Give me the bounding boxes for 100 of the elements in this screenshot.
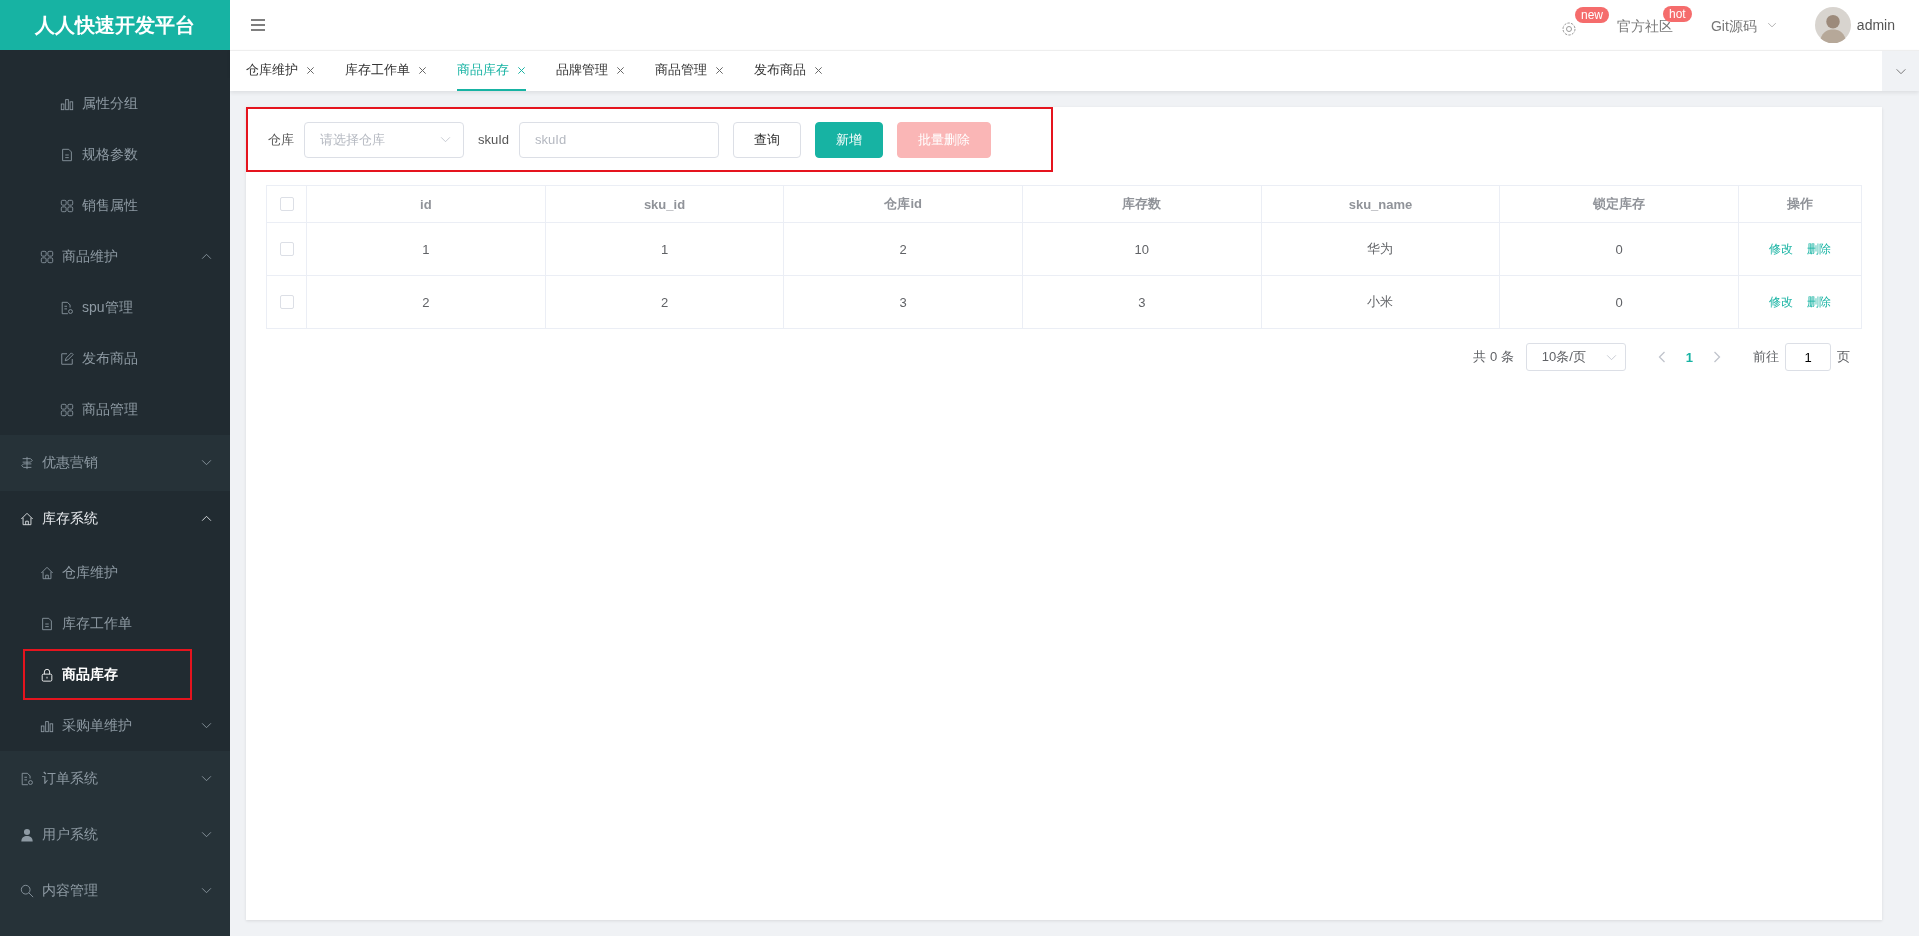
chevron-down-icon [1894,67,1907,75]
close-icon[interactable] [616,65,625,75]
page-number[interactable]: 1 [1685,349,1693,365]
close-icon[interactable] [418,65,427,75]
row-action-link[interactable]: 修改 [1769,293,1793,311]
menu-label: 库存工作单 [62,614,132,633]
checkbox[interactable] [279,242,294,256]
table-cell: 1 [545,223,785,275]
column-header: sku_name [1261,186,1501,222]
lock-icon [40,667,54,682]
home-icon [20,512,34,526]
row-action-link[interactable]: 修改 [1769,240,1793,258]
home-icon [40,565,54,580]
menu-label: 属性分组 [82,94,138,113]
nav-link[interactable]: Git源码 [1710,18,1757,36]
previous-page-icon[interactable] [1657,351,1666,363]
menu-item[interactable]: 属性分组 [0,78,230,129]
menu-item[interactable]: 内容管理 [0,863,230,919]
table-cell: 华为 [1261,223,1501,275]
next-page-icon[interactable] [1713,351,1721,363]
checkbox[interactable] [279,197,294,211]
table-cell: 0 [1500,276,1739,328]
tab[interactable]: 商品管理 [655,51,724,91]
menu-label: 内容管理 [42,882,98,900]
table-cell: 3 [1023,276,1262,328]
column-header: 操作 [1786,195,1814,213]
menu-label: 规格参数 [82,145,138,164]
menu-item[interactable]: spu管理 [0,282,230,333]
menu-item[interactable]: 库存系统 [0,491,230,547]
checkbox[interactable] [279,295,294,309]
table-cell: 1 [307,223,546,275]
new-badge: new [1574,7,1609,23]
table-cell: 3 [784,276,1023,328]
menu-label: 采购单维护 [62,716,132,735]
grid-icon [40,249,54,264]
menu-icon[interactable] [250,18,266,32]
close-icon[interactable] [715,65,724,75]
field-label: skuId [478,132,510,147]
column-header: 锁定库存 [1500,186,1739,222]
action-button[interactable]: 查询 [733,121,802,158]
user-icon [20,828,34,842]
menu-label: 优惠营销 [42,454,98,472]
menu-item[interactable]: 商品管理 [0,384,230,435]
grid-icon [60,402,74,417]
menu-label: spu管理 [82,298,133,317]
bar-chart-icon [60,96,74,111]
row-action-link[interactable]: 删除 [1807,240,1831,258]
sku-input[interactable]: skuId [519,121,720,158]
signpost-icon [20,456,34,470]
column-header: 仓库id [784,186,1023,222]
column-header: 库存数 [1023,186,1262,222]
username[interactable]: admin [1856,17,1895,33]
table-cell: 10 [1023,223,1262,275]
menu-label: 仓库维护 [62,563,118,582]
tab[interactable]: 仓库维护 [246,51,315,91]
column-header: sku_id [545,186,785,222]
table-cell: 2 [307,276,546,328]
menu-item[interactable]: 订单系统 [0,751,230,807]
table-cell: 0 [1500,223,1739,275]
menu-item[interactable]: 用户系统 [0,807,230,863]
menu-label: 用户系统 [42,826,98,844]
menu-label: 商品库存 [62,665,118,684]
page-size-select[interactable]: 10条/页 [1525,343,1626,371]
close-icon[interactable] [517,65,526,75]
menu-label: 发布商品 [82,349,138,368]
field-label: 仓库 [268,130,294,149]
menu-item[interactable]: 商品库存 [23,649,192,700]
menu-label: 商品维护 [62,247,118,266]
caret-icon [440,136,451,143]
menu-item[interactable]: 优惠营销 [0,435,230,491]
tab[interactable]: 商品库存 [457,51,526,91]
grid-icon [60,198,74,213]
tab[interactable]: 品牌管理 [556,51,625,91]
goto-page-input[interactable]: 1 [1785,343,1831,371]
row-action-link[interactable]: 删除 [1807,293,1831,311]
menu-label: 订单系统 [42,770,98,788]
logo-title: 人人快速开发平台 [0,0,230,50]
table-cell: 2 [784,223,1023,275]
settings-icon[interactable] [1560,21,1577,37]
hot-badge: hot [1662,6,1692,22]
caret-icon [1605,353,1617,361]
action-button[interactable]: 新增 [815,121,884,158]
menu-item[interactable]: 商品维护 [0,231,230,282]
tab[interactable]: 发布商品 [754,51,823,91]
page-suffix: 页 [1837,348,1850,366]
menu-item[interactable]: 发布商品 [0,333,230,384]
goto-label: 前往 [1753,348,1779,366]
avatar[interactable] [1814,7,1851,43]
table-cell: 小米 [1261,276,1501,328]
menu-label: 商品管理 [82,400,138,419]
menu-item[interactable]: 销售属性 [0,180,230,231]
total-count: 共 0 条 [1473,348,1514,366]
close-icon[interactable] [814,65,823,75]
close-icon[interactable] [306,65,315,75]
bar-chart-icon [40,718,54,733]
column-header: id [307,186,546,222]
edit-icon [60,351,74,366]
menu-item[interactable]: 规格参数 [0,129,230,180]
menu-label: 销售属性 [82,196,138,215]
tab[interactable]: 库存工作单 [345,51,427,91]
